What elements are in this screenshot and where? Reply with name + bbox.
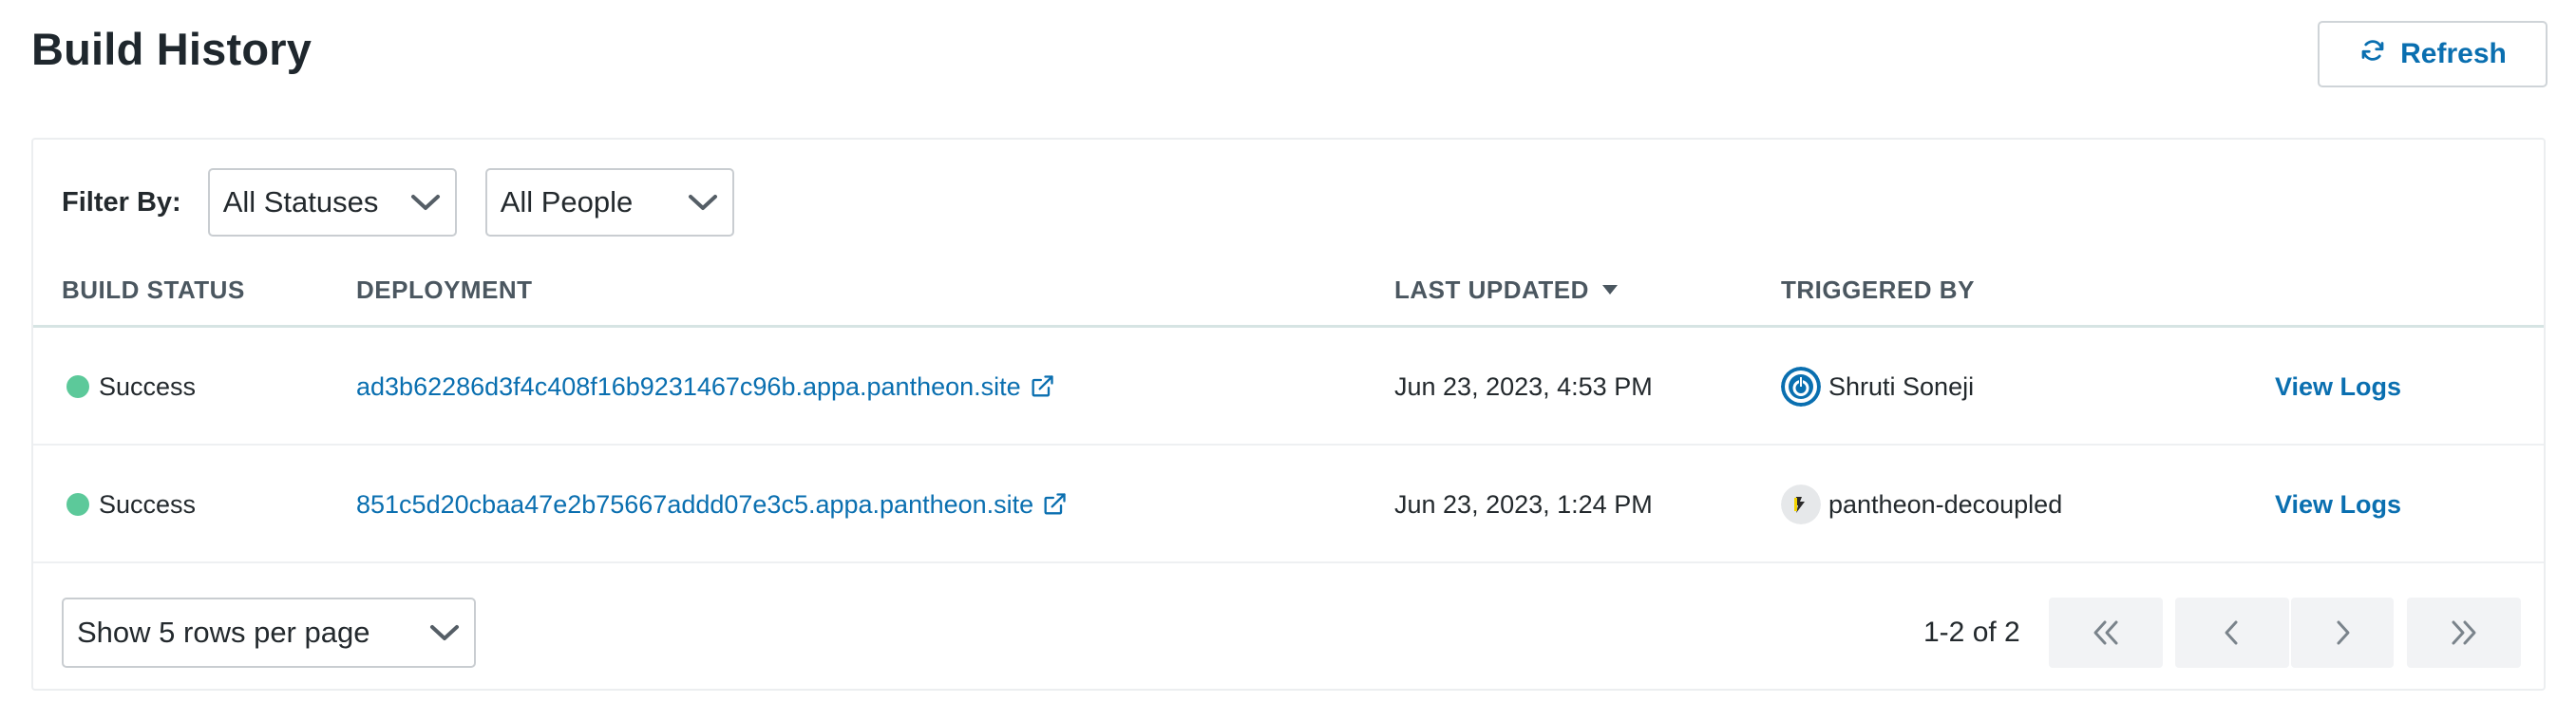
external-link-icon (1032, 375, 1053, 397)
deployment-link[interactable]: 851c5d20cbaa47e2b75667addd07e3c5.appa.pa… (356, 490, 1068, 520)
chevron-down-icon (410, 195, 440, 210)
column-header-last-updated[interactable]: LAST UPDATED (1394, 252, 1618, 328)
view-logs-link[interactable]: View Logs (2275, 490, 2401, 520)
triggered-by-cell: Shruti Soneji (1781, 328, 1974, 446)
success-status-dot-icon (66, 375, 89, 398)
refresh-label: Refresh (2400, 38, 2507, 69)
table-header: BUILD STATUS DEPLOYMENT LAST UPDATED TRI… (33, 252, 2544, 328)
view-logs-link[interactable]: View Logs (2275, 372, 2401, 402)
triggered-by-name: pantheon-decoupled (1828, 489, 2063, 519)
previous-page-button[interactable] (2175, 598, 2289, 668)
people-filter-select[interactable]: All People (484, 168, 734, 237)
chevron-right-icon (2337, 620, 2350, 645)
chevron-down-icon (688, 195, 717, 210)
filter-label: Filter By: (62, 186, 181, 218)
column-header-build-status: BUILD STATUS (62, 275, 245, 304)
double-chevron-right-icon (2452, 620, 2476, 645)
build-status-text: Success (99, 371, 197, 401)
build-status-cell: Success (66, 446, 196, 563)
double-chevron-left-icon (2093, 620, 2118, 645)
triggered-by-cell: pantheon-decoupled (1781, 446, 2062, 563)
sort-descending-icon (1601, 285, 1618, 294)
last-page-button[interactable] (2407, 598, 2521, 668)
pantheon-logo-avatar-icon (1781, 484, 1821, 524)
page-title: Build History (31, 24, 313, 74)
refresh-button[interactable]: Refresh (2318, 21, 2548, 87)
filter-row: Filter By: All Statuses All People (62, 168, 734, 237)
column-header-deployment: DEPLOYMENT (356, 275, 533, 304)
build-history-card: Filter By: All Statuses All People BUILD… (31, 138, 2546, 691)
last-updated-cell: Jun 23, 2023, 4:53 PM (1394, 371, 1653, 401)
next-page-button[interactable] (2291, 598, 2394, 668)
first-page-button[interactable] (2049, 598, 2163, 668)
refresh-icon (2358, 36, 2387, 72)
rows-per-page-value: Show 5 rows per page (77, 616, 370, 649)
chevron-left-icon (2225, 620, 2238, 645)
chevron-down-icon (430, 625, 459, 640)
pantheon-power-avatar-icon (1781, 367, 1821, 407)
row-actions-cell: View Logs (2275, 328, 2401, 446)
rows-per-page-select[interactable]: Show 5 rows per page (62, 598, 476, 668)
table-row: Success ad3b62286d3f4c408f16b9231467c96b… (33, 328, 2544, 446)
build-status-cell: Success (66, 328, 196, 446)
last-updated-cell: Jun 23, 2023, 1:24 PM (1394, 489, 1653, 519)
status-filter-value: All Statuses (222, 185, 379, 218)
build-history-page: Build History Refresh Filter By: All Sta… (0, 0, 2576, 722)
row-actions-cell: View Logs (2275, 446, 2401, 563)
deployment-url: 851c5d20cbaa47e2b75667addd07e3c5.appa.pa… (356, 489, 1034, 519)
column-header-triggered-by: TRIGGERED BY (1781, 275, 1975, 304)
pagination-range: 1-2 of 2 (1923, 617, 2020, 648)
deployment-cell: ad3b62286d3f4c408f16b9231467c96b.appa.pa… (356, 328, 1055, 446)
status-filter-select[interactable]: All Statuses (207, 168, 457, 237)
people-filter-value: All People (500, 185, 634, 218)
deployment-link[interactable]: ad3b62286d3f4c408f16b9231467c96b.appa.pa… (356, 372, 1055, 402)
external-link-icon (1044, 493, 1066, 515)
build-status-text: Success (99, 489, 197, 519)
table-footer: Show 5 rows per page 1-2 of 2 (33, 567, 2544, 693)
column-header-last-updated-label: LAST UPDATED (1394, 275, 1589, 304)
table-row: Success 851c5d20cbaa47e2b75667addd07e3c5… (33, 446, 2544, 563)
deployment-url: ad3b62286d3f4c408f16b9231467c96b.appa.pa… (356, 371, 1021, 401)
triggered-by-name: Shruti Soneji (1828, 371, 1975, 401)
success-status-dot-icon (66, 493, 89, 516)
deployment-cell: 851c5d20cbaa47e2b75667addd07e3c5.appa.pa… (356, 446, 1068, 563)
